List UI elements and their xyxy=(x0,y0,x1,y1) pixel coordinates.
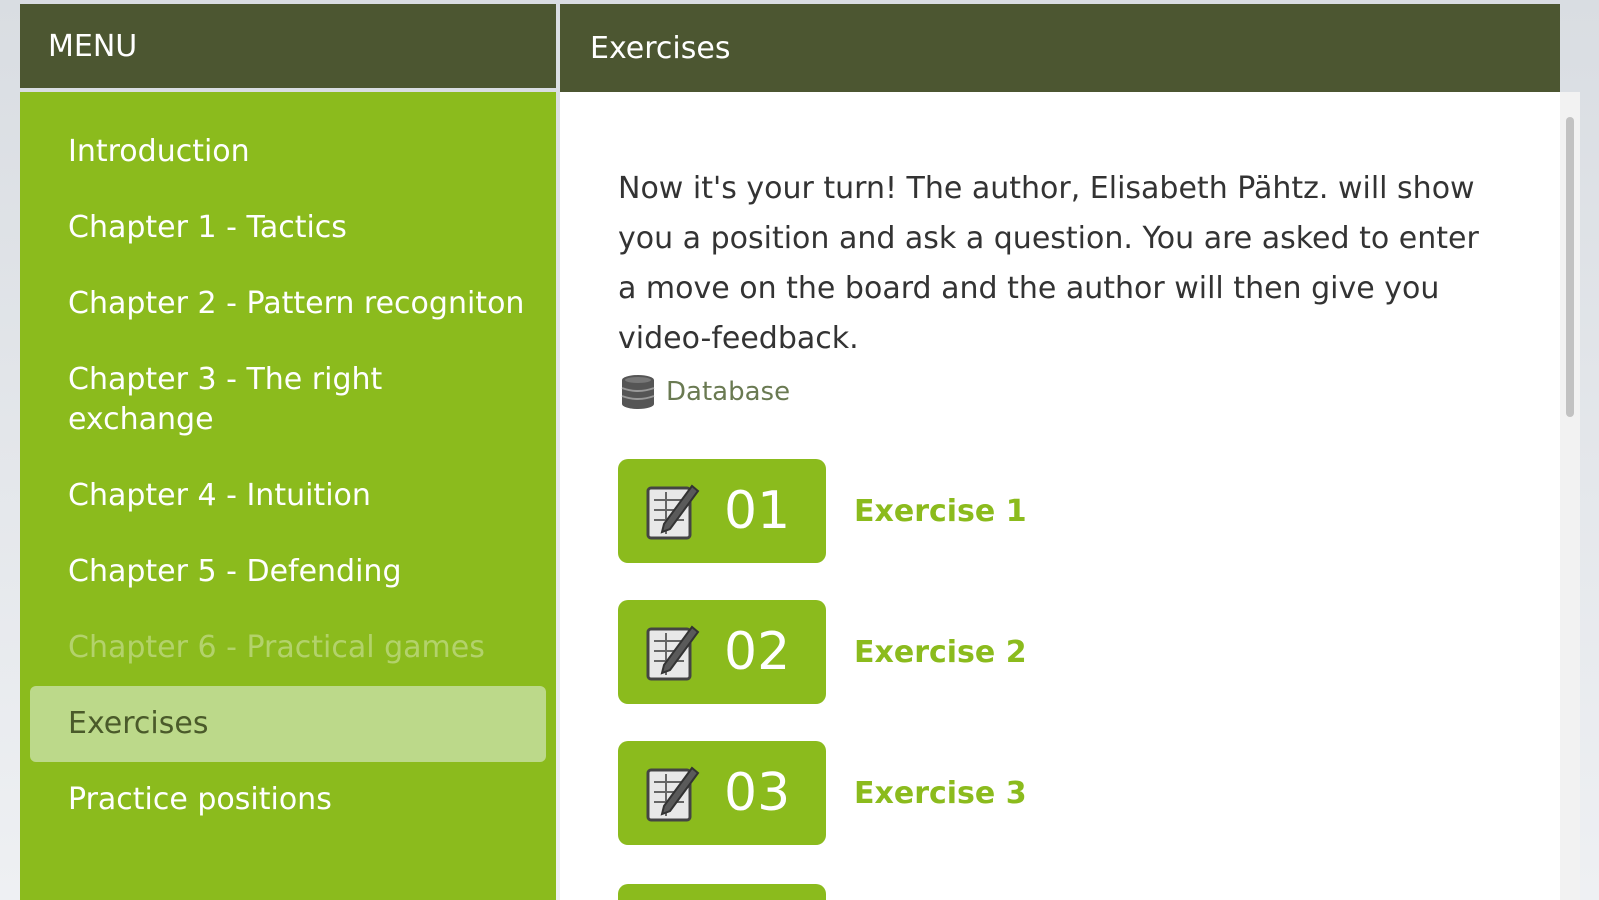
exercise-row-3[interactable]: 03 Exercise 3 xyxy=(618,741,1027,845)
exercise-tile-1[interactable]: 01 xyxy=(618,459,826,563)
exercise-link[interactable]: Exercise 1 xyxy=(854,494,1027,529)
menu-item-exercises[interactable]: Exercises xyxy=(30,686,546,762)
content-panel: Exercises Now it's your turn! The author… xyxy=(560,4,1560,900)
exercise-tile-3[interactable]: 03 xyxy=(618,741,826,845)
exercise-link[interactable]: Exercise 2 xyxy=(854,635,1027,670)
menu-item-chapter-1[interactable]: Chapter 1 - Tactics xyxy=(30,190,546,266)
exercise-link[interactable]: Exercise 3 xyxy=(854,776,1027,811)
menu-item-chapter-5[interactable]: Chapter 5 - Defending xyxy=(30,534,546,610)
content-scrollbar[interactable] xyxy=(1560,92,1580,900)
sidebar-menu: MENU Introduction Chapter 1 - Tactics Ch… xyxy=(20,4,556,900)
database-icon xyxy=(621,375,655,409)
app-frame: MENU Introduction Chapter 1 - Tactics Ch… xyxy=(20,4,1580,900)
menu-header: MENU xyxy=(20,4,556,92)
exercise-number: 02 xyxy=(724,622,791,682)
database-label: Database xyxy=(666,377,791,407)
menu-item-practice-positions[interactable]: Practice positions xyxy=(30,762,546,838)
notepad-pencil-icon xyxy=(646,625,700,681)
menu-item-chapter-2[interactable]: Chapter 2 - Pattern recogniton xyxy=(30,266,546,342)
exercise-tile-4-partial[interactable] xyxy=(618,884,826,900)
exercise-tile-2[interactable]: 02 xyxy=(618,600,826,704)
menu-item-chapter-6[interactable]: Chapter 6 - Practical games xyxy=(30,610,546,686)
menu-item-chapter-3[interactable]: Chapter 3 - The right exchange xyxy=(30,342,546,458)
page-title: Exercises xyxy=(560,4,1560,92)
exercise-number: 03 xyxy=(724,763,791,823)
menu-list: Introduction Chapter 1 - Tactics Chapter… xyxy=(20,92,556,838)
menu-item-introduction[interactable]: Introduction xyxy=(30,114,546,190)
menu-item-chapter-4[interactable]: Chapter 4 - Intuition xyxy=(30,458,546,534)
exercise-row-2[interactable]: 02 Exercise 2 xyxy=(618,600,1027,704)
scrollbar-thumb[interactable] xyxy=(1566,117,1574,417)
exercise-row-1[interactable]: 01 Exercise 1 xyxy=(618,459,1027,563)
database-link[interactable]: Database xyxy=(618,372,790,412)
notepad-pencil-icon xyxy=(646,484,700,540)
exercise-number: 01 xyxy=(724,481,791,541)
intro-text: Now it's your turn! The author, Elisabet… xyxy=(618,171,1479,356)
notepad-pencil-icon xyxy=(646,766,700,822)
